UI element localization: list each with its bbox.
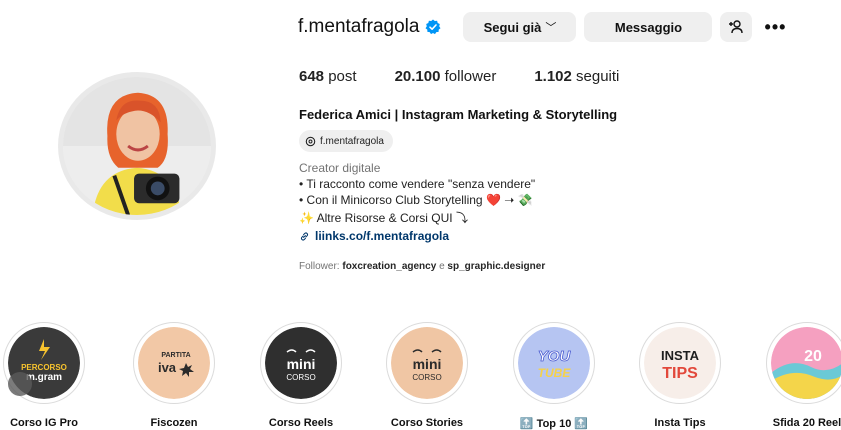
followers-label: follower: [444, 68, 497, 85]
highlight-cover-text: iva: [158, 360, 177, 375]
highlight-ring: INSTA TIPS: [639, 322, 721, 404]
following-label: seguiti: [576, 68, 620, 85]
highlight-cover-text: CORSO: [286, 373, 315, 382]
followed-by-user: sp_graphic.designer: [447, 261, 546, 272]
profile-stats: 648 post 20.100 follower 1.102 seguiti: [299, 68, 657, 85]
highlight-label: Corso Reels: [268, 417, 334, 429]
verified-badge-icon: [425, 19, 441, 35]
bio-line: • Ti racconto come vendere "senza vender…: [299, 177, 536, 191]
highlight-top-10[interactable]: YOU TUBE 🔝 Top 10 🔝: [504, 322, 604, 430]
avatar-image: [63, 77, 211, 215]
highlight-ring: mini CORSO: [260, 322, 342, 404]
followed-by-user: foxcreation_agency: [342, 261, 437, 272]
highlight-ring: 20: [766, 322, 841, 404]
following-button-label: Segui già: [483, 19, 542, 35]
highlight-label: Corso IG Pro: [10, 417, 78, 429]
followers-count: 20.100: [394, 68, 441, 85]
highlight-cover-text: INSTA: [661, 348, 700, 363]
highlight-ring: mini CORSO: [386, 322, 468, 404]
highlight-cover-text: YOU: [538, 348, 572, 365]
highlight-cover-text: TUBE: [538, 366, 572, 380]
story-highlights: PERCORSO m.gram Corso IG Pro PARTITA iva…: [0, 322, 841, 430]
highlight-label: Sfida 20 Reel: [772, 417, 841, 429]
highlight-label: Insta Tips: [654, 417, 706, 429]
threads-handle: f.mentafragola: [320, 135, 384, 147]
highlight-fiscozen[interactable]: PARTITA iva Fiscozen: [124, 322, 224, 429]
highlight-cover-text: PERCORSO: [21, 363, 67, 372]
highlight-label: Corso Stories: [390, 417, 464, 429]
bio-line: • Con il Minicorso Club Storytelling ❤️ …: [299, 193, 533, 207]
following-button[interactable]: Segui già ﹀: [463, 12, 577, 42]
followed-by-prefix: Follower:: [299, 261, 340, 272]
threads-badge[interactable]: f.mentafragola: [299, 130, 393, 152]
highlight-ring: YOU TUBE: [513, 322, 595, 404]
highlight-cover: mini CORSO: [265, 327, 337, 399]
more-options-icon[interactable]: •••: [760, 12, 790, 42]
highlight-cover-text: TIPS: [662, 365, 698, 382]
suggested-users-icon: [729, 20, 744, 34]
highlight-corso-reels[interactable]: mini CORSO Corso Reels: [251, 322, 351, 429]
following-stat[interactable]: 1.102 seguiti: [534, 68, 619, 85]
profile-avatar[interactable]: [58, 72, 216, 220]
highlight-cover-text: PARTITA: [161, 352, 190, 359]
chevron-down-icon: ﹀: [545, 22, 557, 34]
highlight-cover: YOU TUBE: [518, 327, 590, 399]
link-icon: [300, 232, 309, 240]
bio-line: ✨ Altre Risorse & Corsi QUI ⤵: [299, 211, 468, 225]
highlight-cover-text: 20: [804, 348, 822, 365]
highlight-corso-stories[interactable]: mini CORSO Corso Stories: [377, 322, 477, 429]
highlight-cover: PARTITA iva: [138, 327, 210, 399]
message-button-label: Messaggio: [614, 19, 683, 35]
profile-link-text: liinks.co/f.mentafragola: [315, 229, 450, 243]
profile-username: f.mentafragola: [298, 16, 420, 37]
followed-by-conjunction: e: [439, 261, 445, 272]
followed-by[interactable]: Follower: foxcreation_agency e sp_graphi…: [299, 261, 545, 272]
message-button[interactable]: Messaggio: [584, 12, 713, 42]
highlight-cover: INSTA TIPS: [644, 327, 716, 399]
threads-icon: [305, 136, 316, 146]
suggested-users-button[interactable]: [720, 12, 753, 42]
highlight-cover: 20: [771, 327, 841, 399]
posts-label: post: [328, 68, 357, 85]
profile-header-row: f.mentafragola Segui già ﹀ Messaggio •••: [298, 12, 790, 42]
followers-stat[interactable]: 20.100 follower: [395, 68, 497, 85]
profile-category: Creator digitale: [299, 161, 381, 175]
profile-link[interactable]: liinks.co/f.mentafragola: [299, 229, 449, 243]
posts-count: 648: [299, 68, 325, 85]
highlight-cover: mini CORSO: [391, 327, 463, 399]
highlight-cover-text: CORSO: [412, 373, 441, 382]
highlight-sfida-20-reel[interactable]: 20 Sfida 20 Reel: [757, 322, 841, 429]
profile-full-name: Federica Amici | Instagram Marketing & S…: [299, 107, 618, 122]
carousel-scroll-button[interactable]: [8, 372, 32, 396]
highlight-insta-tips[interactable]: INSTA TIPS Insta Tips: [630, 322, 730, 429]
following-count: 1.102: [534, 68, 572, 85]
highlight-label: 🔝 Top 10 🔝: [519, 418, 589, 430]
highlight-label: Fiscozen: [150, 417, 198, 429]
highlight-cover-text: mini: [413, 356, 442, 372]
posts-stat[interactable]: 648 post: [299, 68, 357, 85]
highlight-cover-text: mini: [287, 356, 316, 372]
highlight-ring: PARTITA iva: [133, 322, 215, 404]
